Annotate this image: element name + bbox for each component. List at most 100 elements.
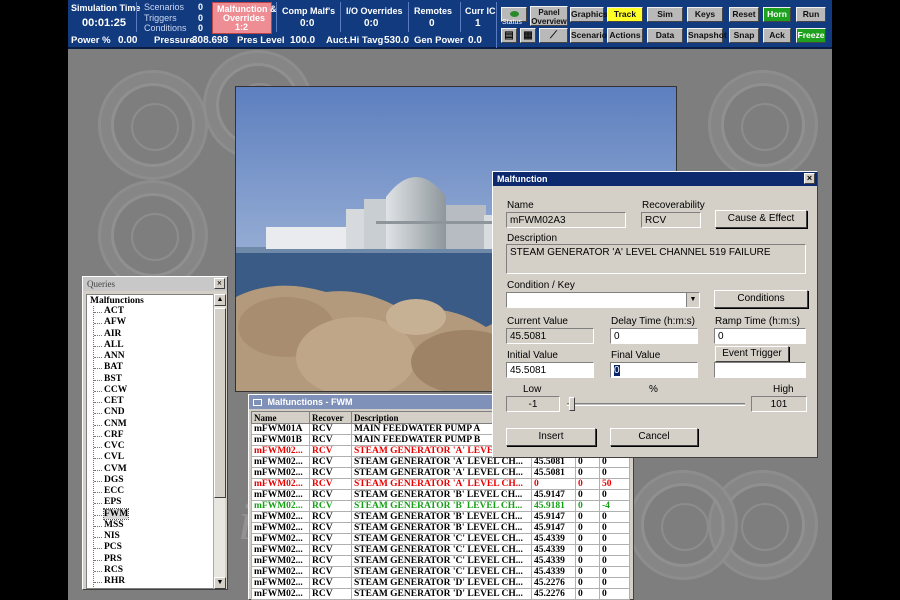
queries-scrollbar[interactable]: ▲ ▼ bbox=[213, 294, 226, 589]
percent-slider-thumb[interactable] bbox=[569, 397, 575, 411]
tree-item-fwm[interactable]: FWM bbox=[94, 507, 213, 520]
snap-button[interactable]: Snap bbox=[729, 28, 759, 43]
final-value-input[interactable]: 0 bbox=[610, 362, 698, 378]
tree-item-label: RCS bbox=[104, 564, 124, 575]
tree-item-cet[interactable]: CET bbox=[94, 396, 213, 407]
tree-item-pcs[interactable]: PCS bbox=[94, 542, 213, 553]
tree-item-ecc[interactable]: ECC bbox=[94, 486, 213, 497]
tree-item-cnd[interactable]: CND bbox=[94, 407, 213, 418]
chevron-down-icon[interactable]: ▼ bbox=[686, 293, 699, 307]
horn-button[interactable]: Horn bbox=[763, 7, 791, 22]
low-field: -1 bbox=[506, 396, 560, 412]
graphics-button[interactable]: Graphics bbox=[570, 7, 608, 22]
cell-desc: STEAM GENERATOR 'C' LEVEL CH... bbox=[351, 555, 532, 567]
tree-item-afw[interactable]: AFW bbox=[94, 317, 213, 328]
table-row[interactable]: mFWM02... RCV STEAM GENERATOR 'B' LEVEL CH… bbox=[251, 522, 630, 534]
cell-name: mFWM02... bbox=[251, 588, 310, 600]
tree-item-label: ECC bbox=[104, 486, 125, 496]
insert-button[interactable]: Insert bbox=[506, 428, 596, 446]
col-name[interactable]: Name bbox=[251, 411, 310, 424]
cancel-button[interactable]: Cancel bbox=[610, 428, 698, 446]
tree-item-cnm[interactable]: CNM bbox=[94, 419, 213, 430]
table-row[interactable]: mFWM02... RCV STEAM GENERATOR 'B' LEVEL CH… bbox=[251, 489, 630, 501]
tree-item-dgs[interactable]: DGS bbox=[94, 475, 213, 486]
percent-slider-track[interactable] bbox=[567, 403, 745, 406]
actions-button[interactable]: Actions bbox=[607, 28, 643, 43]
tree-item-label: PRS bbox=[104, 553, 122, 564]
close-icon[interactable]: × bbox=[804, 173, 815, 184]
cause-effect-button[interactable]: Cause & Effect bbox=[715, 210, 807, 228]
keys-button[interactable]: Keys bbox=[687, 7, 723, 22]
cell-desc: STEAM GENERATOR 'B' LEVEL CH... bbox=[351, 489, 532, 501]
tree-item-label: AIR bbox=[104, 328, 122, 339]
table-row[interactable]: mFWM02... RCV STEAM GENERATOR 'C' LEVEL CH… bbox=[251, 544, 630, 556]
cell-name: mFWM02... bbox=[251, 511, 310, 523]
initial-value-input[interactable]: 45.5081 bbox=[506, 362, 594, 378]
snapshot-button[interactable]: Snapshot bbox=[687, 28, 727, 43]
tree-item-prs[interactable]: PRS bbox=[94, 554, 213, 565]
tree-item-nis[interactable]: NIS bbox=[94, 531, 213, 542]
ack-button[interactable]: Ack bbox=[763, 28, 791, 43]
panel-overview-button[interactable]: Panel Overview bbox=[530, 6, 568, 26]
scroll-thumb[interactable] bbox=[214, 308, 226, 498]
tree-item-crf[interactable]: CRF bbox=[94, 430, 213, 441]
tree-item-bat[interactable]: BAT bbox=[94, 362, 213, 373]
malfunction-overrides-box[interactable]: Malfunction & Overrides 1:2 bbox=[212, 2, 277, 34]
table-row[interactable]: mFWM02... RCV STEAM GENERATOR 'D' LEVEL CH… bbox=[251, 588, 630, 600]
track-button[interactable]: Track bbox=[607, 7, 643, 22]
recoverability-label: Recoverability bbox=[642, 200, 705, 211]
table-row[interactable]: mFWM02... RCV STEAM GENERATOR 'C' LEVEL CH… bbox=[251, 533, 630, 545]
table-row[interactable]: mFWM02... RCV STEAM GENERATOR 'A' LEVEL CH… bbox=[251, 467, 630, 479]
tree-item-ccw[interactable]: CCW bbox=[94, 385, 213, 396]
tavg-label: Auct.Hi Tavg bbox=[326, 35, 384, 46]
tree-item-rhr[interactable]: RHR bbox=[94, 576, 213, 587]
col-recover[interactable]: Recover bbox=[309, 411, 352, 424]
scenarios-label: Scenarios bbox=[144, 2, 185, 12]
queries-titlebar[interactable]: Queries × bbox=[83, 277, 227, 291]
table-row[interactable]: mFWM02... RCV STEAM GENERATOR 'C' LEVEL CH… bbox=[251, 566, 630, 578]
tree-item-cvl[interactable]: CVL bbox=[94, 452, 213, 463]
tree-item-mss[interactable]: MSS bbox=[94, 520, 213, 531]
reset-button[interactable]: Reset bbox=[729, 7, 759, 22]
tree-item-cvc[interactable]: CVC bbox=[94, 441, 213, 452]
tree-item-all[interactable]: ALL bbox=[94, 340, 213, 351]
tree-item-cvm[interactable]: CVM bbox=[94, 464, 213, 475]
tree-item-label: CVC bbox=[104, 441, 125, 451]
cell-desc: STEAM GENERATOR 'D' LEVEL CH... bbox=[351, 577, 532, 589]
cell-rec: RCV bbox=[309, 500, 352, 512]
ramp-time-input[interactable]: 0 bbox=[714, 328, 806, 344]
delay-time-input[interactable]: 0 bbox=[610, 328, 698, 344]
tree-item-eps[interactable]: EPS bbox=[94, 497, 213, 508]
condition-key-select[interactable]: ▼ bbox=[506, 292, 700, 308]
data-button[interactable]: Data bbox=[647, 28, 683, 43]
dialog-titlebar[interactable]: Malfunction × bbox=[493, 172, 817, 186]
remotes-label: Remotes bbox=[414, 6, 453, 16]
close-icon[interactable]: × bbox=[214, 278, 225, 289]
seal-watermark bbox=[628, 470, 738, 580]
scenario-button[interactable]: Scenario bbox=[570, 28, 607, 43]
table-row[interactable]: mFWM02... RCV STEAM GENERATOR 'B' LEVEL CH… bbox=[251, 500, 630, 512]
sim-button[interactable]: Sim bbox=[647, 7, 683, 22]
tree-root[interactable]: Malfunctions bbox=[87, 295, 213, 306]
table-row[interactable]: mFWM02... RCV STEAM GENERATOR 'D' LEVEL CH… bbox=[251, 577, 630, 589]
tree-item-act[interactable]: ACT bbox=[94, 306, 213, 317]
tree-item-air[interactable]: AIR bbox=[94, 329, 213, 340]
tree-item-rcs[interactable]: RCS bbox=[94, 565, 213, 576]
percent-label: % bbox=[649, 384, 658, 395]
scroll-up-icon[interactable]: ▲ bbox=[214, 294, 226, 306]
table-row[interactable]: mFWM02... RCV STEAM GENERATOR 'A' LEVEL CH… bbox=[251, 478, 630, 490]
conditions-button[interactable]: Conditions bbox=[714, 290, 808, 308]
tree-item-ann[interactable]: ANN bbox=[94, 351, 213, 362]
trend-icon[interactable]: ⟋ bbox=[539, 28, 568, 43]
table-row[interactable]: mFWM02... RCV STEAM GENERATOR 'A' LEVEL CH… bbox=[251, 456, 630, 468]
table-row[interactable]: mFWM02... RCV STEAM GENERATOR 'C' LEVEL CH… bbox=[251, 555, 630, 567]
event-trigger-input[interactable] bbox=[714, 362, 806, 378]
grid-icon[interactable]: ▦ bbox=[520, 28, 536, 43]
run-button[interactable]: Run bbox=[796, 7, 826, 22]
freeze-button[interactable]: Freeze bbox=[796, 28, 826, 43]
tree-item-bst[interactable]: BST bbox=[94, 374, 213, 385]
save-icon[interactable]: ▤ bbox=[501, 28, 517, 43]
table-row[interactable]: mFWM02... RCV STEAM GENERATOR 'B' LEVEL CH… bbox=[251, 511, 630, 523]
scroll-down-icon[interactable]: ▼ bbox=[214, 577, 226, 589]
event-trigger-button[interactable]: Event Trigger bbox=[715, 346, 789, 362]
